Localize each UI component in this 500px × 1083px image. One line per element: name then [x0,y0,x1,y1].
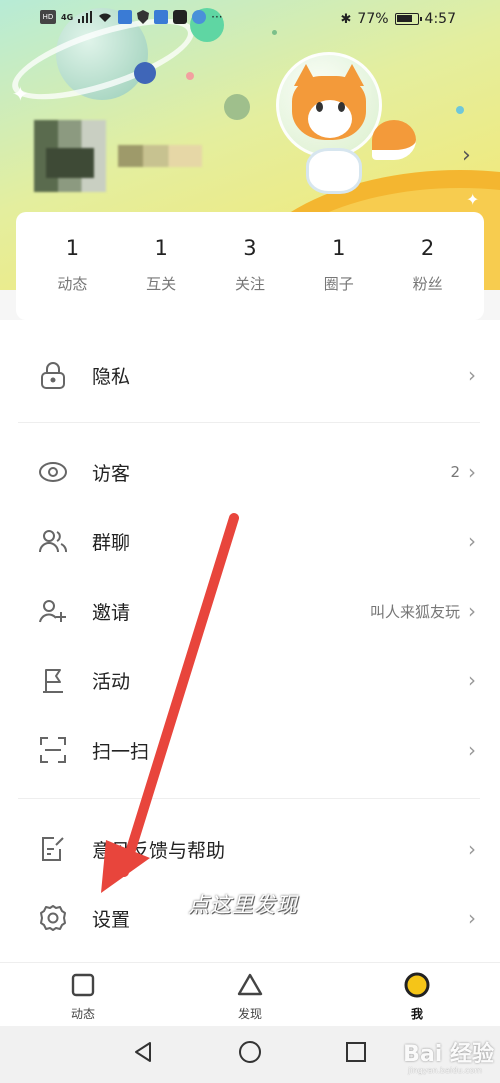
red-arrow-annotation [101,513,252,937]
annotation-text: 点这里发现 [188,893,298,917]
watermark-url: jingyan.baidu.com [408,1066,482,1075]
watermark-logo: Bai 经验 [403,1042,494,1067]
